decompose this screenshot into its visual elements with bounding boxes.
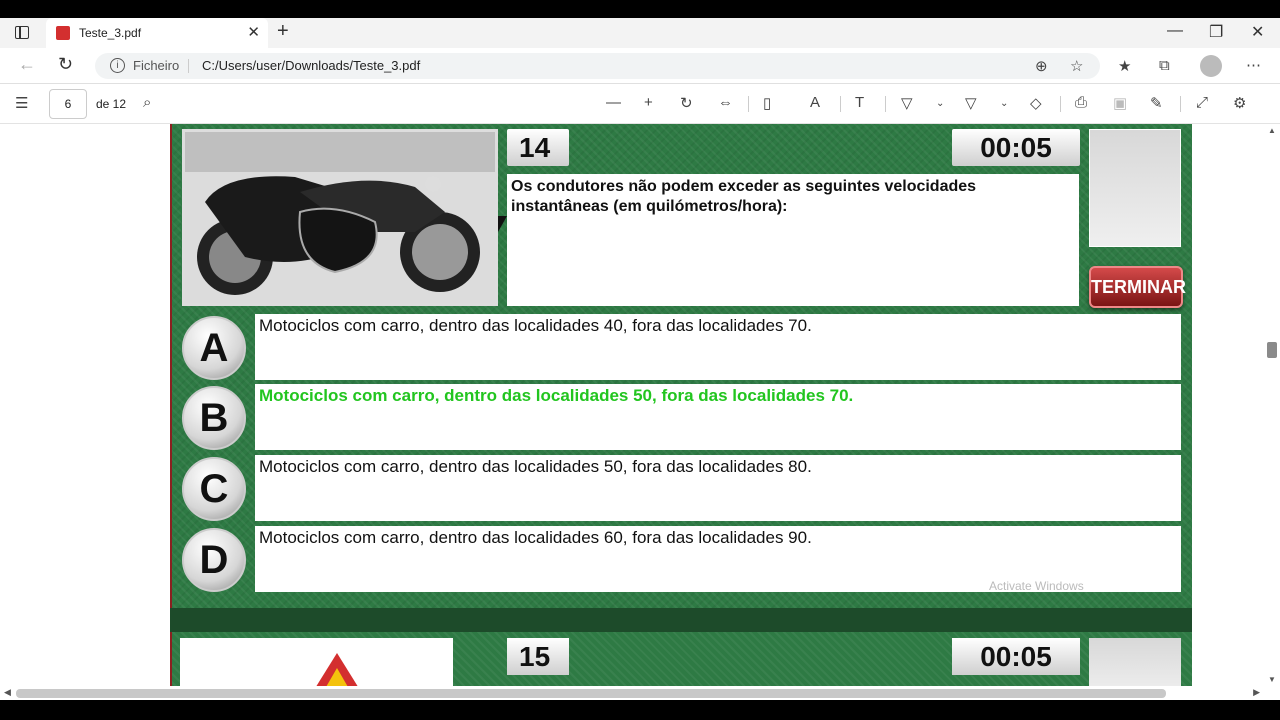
search-icon[interactable]: ⌕ xyxy=(143,94,151,111)
tab-bar: Teste_3.pdf ✕ + — ❐ ✕ xyxy=(0,18,1280,48)
option-text[interactable]: Motociclos com carro, dentro das localid… xyxy=(255,455,1181,521)
next-question-image xyxy=(180,638,453,686)
save-as-icon[interactable]: ✎ xyxy=(1150,94,1163,112)
profile-avatar[interactable] xyxy=(1200,55,1222,77)
print-icon[interactable]: ⎙ xyxy=(1075,94,1087,111)
question-number: 14 xyxy=(507,129,569,166)
activation-watermark: Activate Windows xyxy=(989,579,1084,593)
zoom-out-icon[interactable]: — xyxy=(606,94,621,111)
scroll-right-icon[interactable]: ▶ xyxy=(1253,687,1260,698)
url-field[interactable]: i Ficheiro C:/Users/user/Downloads/Teste… xyxy=(95,53,1100,79)
draw-icon[interactable]: ▽ xyxy=(901,94,913,112)
url-text[interactable]: C:/Users/user/Downloads/Teste_3.pdf xyxy=(202,58,420,73)
option-text[interactable]: Motociclos com carro, dentro das localid… xyxy=(255,314,1181,380)
info-icon[interactable]: i xyxy=(110,58,125,73)
save-icon[interactable]: ▣ xyxy=(1113,94,1127,112)
close-tab-icon[interactable]: ✕ xyxy=(247,23,260,41)
read-aloud-icon[interactable]: A xyxy=(810,94,820,111)
info-panel xyxy=(1089,129,1181,247)
next-info-panel xyxy=(1089,638,1181,686)
next-timer: 00:05 xyxy=(952,638,1080,675)
favorite-add-icon[interactable]: ☆ xyxy=(1070,57,1083,75)
divider xyxy=(188,59,189,73)
scroll-up-icon[interactable]: ▲ xyxy=(1268,126,1276,135)
mouse-cursor xyxy=(498,216,507,232)
horizontal-scrollbar[interactable]: ◀ ▶ xyxy=(0,686,1280,700)
scroll-left-icon[interactable]: ◀ xyxy=(4,687,11,698)
chevron-down-icon[interactable]: ⌄ xyxy=(936,98,944,109)
timer: 00:05 xyxy=(952,129,1080,166)
contents-icon[interactable]: ☰ xyxy=(15,94,28,112)
divider xyxy=(748,96,749,112)
tab-title: Teste_3.pdf xyxy=(79,26,142,40)
fullscreen-icon[interactable]: ⤢ xyxy=(1196,94,1208,111)
back-icon[interactable]: ← xyxy=(18,54,36,75)
divider xyxy=(1180,96,1181,112)
option-a[interactable]: A Motociclos com carro, dentro das local… xyxy=(180,314,1182,380)
option-letter[interactable]: B xyxy=(182,386,246,450)
page-count: de 12 xyxy=(96,97,127,111)
divider xyxy=(840,96,841,112)
question-image xyxy=(182,129,498,306)
site-label: Ficheiro xyxy=(133,58,180,73)
pdf-viewer: 14 00:05 Os condutores não podem exceder… xyxy=(0,124,1280,686)
terminate-button[interactable]: TERMINAR xyxy=(1089,266,1186,308)
restore-icon[interactable]: ❐ xyxy=(1209,22,1223,42)
page-view-icon[interactable]: ▯ xyxy=(763,94,771,112)
tab-teste3[interactable]: Teste_3.pdf ✕ xyxy=(46,18,268,48)
next-question-number: 15 xyxy=(507,638,569,675)
rotate-icon[interactable]: ↻ xyxy=(680,94,693,112)
fit-page-icon[interactable]: ⇔ xyxy=(718,94,733,111)
new-tab-icon[interactable]: + xyxy=(277,20,289,43)
chevron-down-icon[interactable]: ⌄ xyxy=(1000,98,1008,109)
scroll-thumb[interactable] xyxy=(16,689,1166,698)
pdf-toolbar: ☰ 6 de 12 ⌕ — + ↻ ⇔ ▯ A T ▽ ⌄ ▽ ⌄ ◇ ⎙ ▣ … xyxy=(0,84,1280,124)
minimize-icon[interactable]: — xyxy=(1167,22,1183,40)
vertical-scrollbar[interactable]: ▲ ▼ xyxy=(1264,124,1280,686)
browser-window: Teste_3.pdf ✕ + — ❐ ✕ ← ↻ i Ficheiro C:/… xyxy=(0,0,1280,720)
favorites-icon[interactable]: ★ xyxy=(1118,57,1131,75)
text-box-icon[interactable]: T xyxy=(855,94,864,111)
close-window-icon[interactable]: ✕ xyxy=(1251,22,1264,42)
zoom-icon[interactable]: ⊕ xyxy=(1035,57,1048,75)
option-text-correct[interactable]: Motociclos com carro, dentro das localid… xyxy=(255,384,1181,450)
address-bar: ← ↻ i Ficheiro C:/Users/user/Downloads/T… xyxy=(0,48,1280,84)
question-text: Os condutores não podem exceder as segui… xyxy=(507,174,1079,306)
page-number-input[interactable]: 6 xyxy=(49,89,87,119)
tab-actions-icon[interactable] xyxy=(15,26,29,39)
zoom-in-icon[interactable]: + xyxy=(644,94,653,111)
sidecar-motorcycle-image xyxy=(185,132,495,303)
refresh-icon[interactable]: ↻ xyxy=(58,54,73,75)
option-letter[interactable]: C xyxy=(182,457,246,521)
divider xyxy=(1060,96,1061,112)
settings-icon[interactable]: ⚙ xyxy=(1233,94,1246,112)
more-icon[interactable]: ⋯ xyxy=(1246,56,1261,74)
pdf-page: 14 00:05 Os condutores não podem exceder… xyxy=(170,124,1192,686)
option-c[interactable]: C Motociclos com carro, dentro das local… xyxy=(180,455,1182,521)
scroll-thumb[interactable] xyxy=(1267,342,1277,358)
eraser-icon[interactable]: ◇ xyxy=(1030,94,1042,112)
divider xyxy=(885,96,886,112)
pdf-icon xyxy=(56,26,70,40)
collections-icon[interactable]: ⧉ xyxy=(1159,57,1170,74)
option-letter[interactable]: D xyxy=(182,528,246,592)
highlight-icon[interactable]: ▽ xyxy=(965,94,977,112)
pdf-page-next: 15 00:05 xyxy=(170,632,1192,686)
option-b[interactable]: B Motociclos com carro, dentro das local… xyxy=(180,384,1182,450)
warning-triangle-icon xyxy=(180,638,453,686)
scroll-down-icon[interactable]: ▼ xyxy=(1268,675,1276,684)
option-letter[interactable]: A xyxy=(182,316,246,380)
